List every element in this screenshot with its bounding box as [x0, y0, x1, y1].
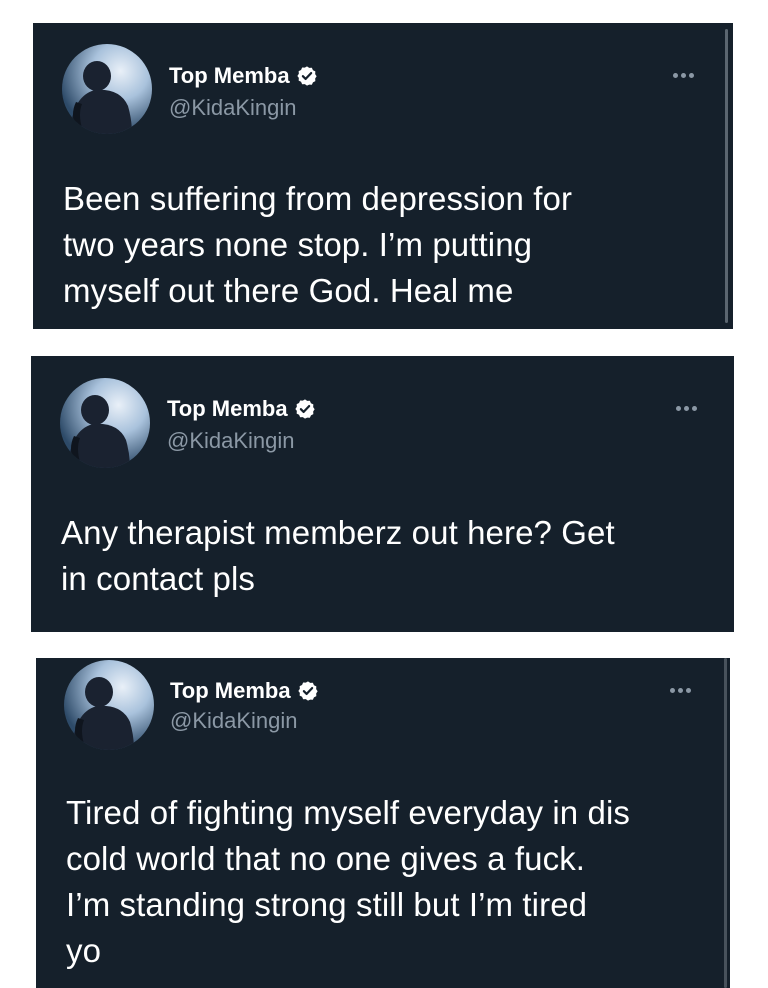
avatar-image	[60, 378, 150, 468]
scrollbar[interactable]	[725, 29, 728, 323]
tweet-text: Been suffering from depression for two y…	[63, 176, 572, 314]
tweet-text-line: myself out there God. Heal me	[63, 272, 514, 309]
verified-badge-icon	[296, 66, 317, 86]
tweet-text-line: yo	[66, 932, 102, 969]
more-options-icon[interactable]	[670, 688, 691, 693]
tweet-text: Tired of fighting myself everyday in dis…	[66, 790, 630, 974]
user-handle[interactable]: @KidaKingin	[169, 95, 297, 121]
avatar[interactable]	[64, 660, 154, 750]
tweet-text-line: Tired of fighting myself everyday in dis	[66, 794, 631, 831]
tweet-text-line: Been suffering from depression for	[63, 180, 573, 217]
avatar[interactable]	[60, 378, 150, 468]
more-options-icon[interactable]	[676, 406, 697, 411]
verified-badge-icon	[297, 681, 318, 701]
tweet-text-line: Any therapist memberz out here? Get	[61, 514, 615, 551]
user-handle[interactable]: @KidaKingin	[167, 428, 295, 454]
avatar-image	[64, 660, 154, 750]
user-handle[interactable]: @KidaKingin	[170, 708, 298, 734]
tweet-card[interactable]: Top Memba @KidaKingin Been suffering fro…	[33, 23, 733, 329]
tweet-text: Any therapist memberz out here? Get in c…	[61, 510, 615, 602]
tweet-text-line: in contact pls	[61, 560, 256, 597]
display-name[interactable]: Top Memba	[170, 678, 291, 704]
avatar[interactable]	[62, 44, 152, 134]
avatar-image	[62, 44, 152, 134]
display-name[interactable]: Top Memba	[169, 63, 290, 89]
verified-badge-icon	[294, 399, 315, 419]
tweet-card[interactable]: Top Memba @KidaKingin Tired of fighting …	[36, 658, 730, 988]
display-name[interactable]: Top Memba	[167, 396, 288, 422]
tweet-text-line: cold world that no one gives a fuck.	[66, 840, 586, 877]
tweet-card[interactable]: Top Memba @KidaKingin Any therapist memb…	[31, 356, 734, 632]
scrollbar[interactable]	[724, 658, 727, 988]
more-options-icon[interactable]	[673, 73, 694, 78]
tweet-text-line: I’m standing strong still but I’m tired	[66, 886, 588, 923]
tweet-text-line: two years none stop. I’m putting	[63, 226, 533, 263]
